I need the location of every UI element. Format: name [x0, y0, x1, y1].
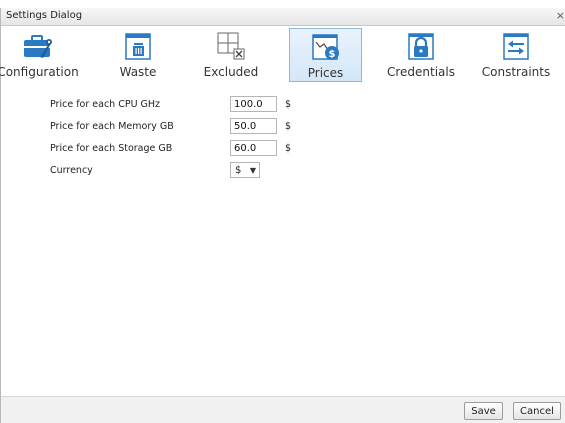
- memory-price-row: Price for each Memory GB $: [1, 118, 565, 136]
- waste-bin-icon: [122, 31, 154, 61]
- memory-price-label: Price for each Memory GB: [50, 121, 174, 132]
- prices-dollar-icon: $: [310, 32, 342, 62]
- currency-select[interactable]: $ ▼: [230, 162, 260, 178]
- tab-credentials[interactable]: Credentials: [383, 28, 459, 82]
- cpu-price-row: Price for each CPU GHz $: [1, 96, 565, 114]
- memory-price-input[interactable]: [230, 118, 277, 134]
- constraints-arrows-icon: [500, 31, 532, 61]
- tab-credentials-label: Credentials: [386, 65, 455, 79]
- tab-waste[interactable]: Waste: [106, 28, 170, 82]
- cpu-price-unit: $: [285, 99, 292, 110]
- currency-row: Currency $ ▼: [1, 162, 565, 180]
- settings-toolbar: Configuration Waste Excluded $ Prices Cr…: [0, 28, 565, 84]
- tab-prices[interactable]: $ Prices: [289, 28, 362, 82]
- title-bar: Settings Dialog ×: [1, 8, 565, 26]
- credentials-lock-icon: [405, 31, 437, 61]
- configuration-icon: [22, 31, 54, 61]
- save-button[interactable]: Save: [464, 402, 503, 420]
- currency-select-value: $: [235, 165, 242, 176]
- storage-price-unit: $: [285, 143, 292, 154]
- tab-constraints-label: Constraints: [481, 65, 551, 79]
- storage-price-row: Price for each Storage GB $: [1, 140, 565, 158]
- cpu-price-label: Price for each CPU GHz: [50, 99, 161, 110]
- cancel-button[interactable]: Cancel: [513, 402, 561, 420]
- tab-constraints[interactable]: Constraints: [479, 28, 553, 82]
- svg-text:$: $: [328, 49, 335, 60]
- tab-prices-label: Prices: [307, 66, 344, 80]
- tab-waste-label: Waste: [119, 65, 157, 79]
- close-icon[interactable]: ×: [556, 9, 565, 22]
- settings-dialog: Settings Dialog × Configuration Waste Ex…: [0, 8, 565, 423]
- tab-excluded[interactable]: Excluded: [199, 28, 263, 82]
- chevron-down-icon: ▼: [249, 166, 256, 175]
- dialog-footer: Save Cancel: [1, 396, 565, 423]
- tab-configuration[interactable]: Configuration: [0, 28, 79, 82]
- currency-label: Currency: [50, 165, 93, 176]
- tab-configuration-label: Configuration: [0, 65, 79, 79]
- dialog-title: Settings Dialog: [6, 10, 83, 21]
- storage-price-label: Price for each Storage GB: [50, 143, 173, 154]
- tab-excluded-label: Excluded: [203, 65, 259, 79]
- excluded-grid-icon: [215, 31, 247, 61]
- storage-price-input[interactable]: [230, 140, 277, 156]
- memory-price-unit: $: [285, 121, 292, 132]
- cpu-price-input[interactable]: [230, 96, 277, 112]
